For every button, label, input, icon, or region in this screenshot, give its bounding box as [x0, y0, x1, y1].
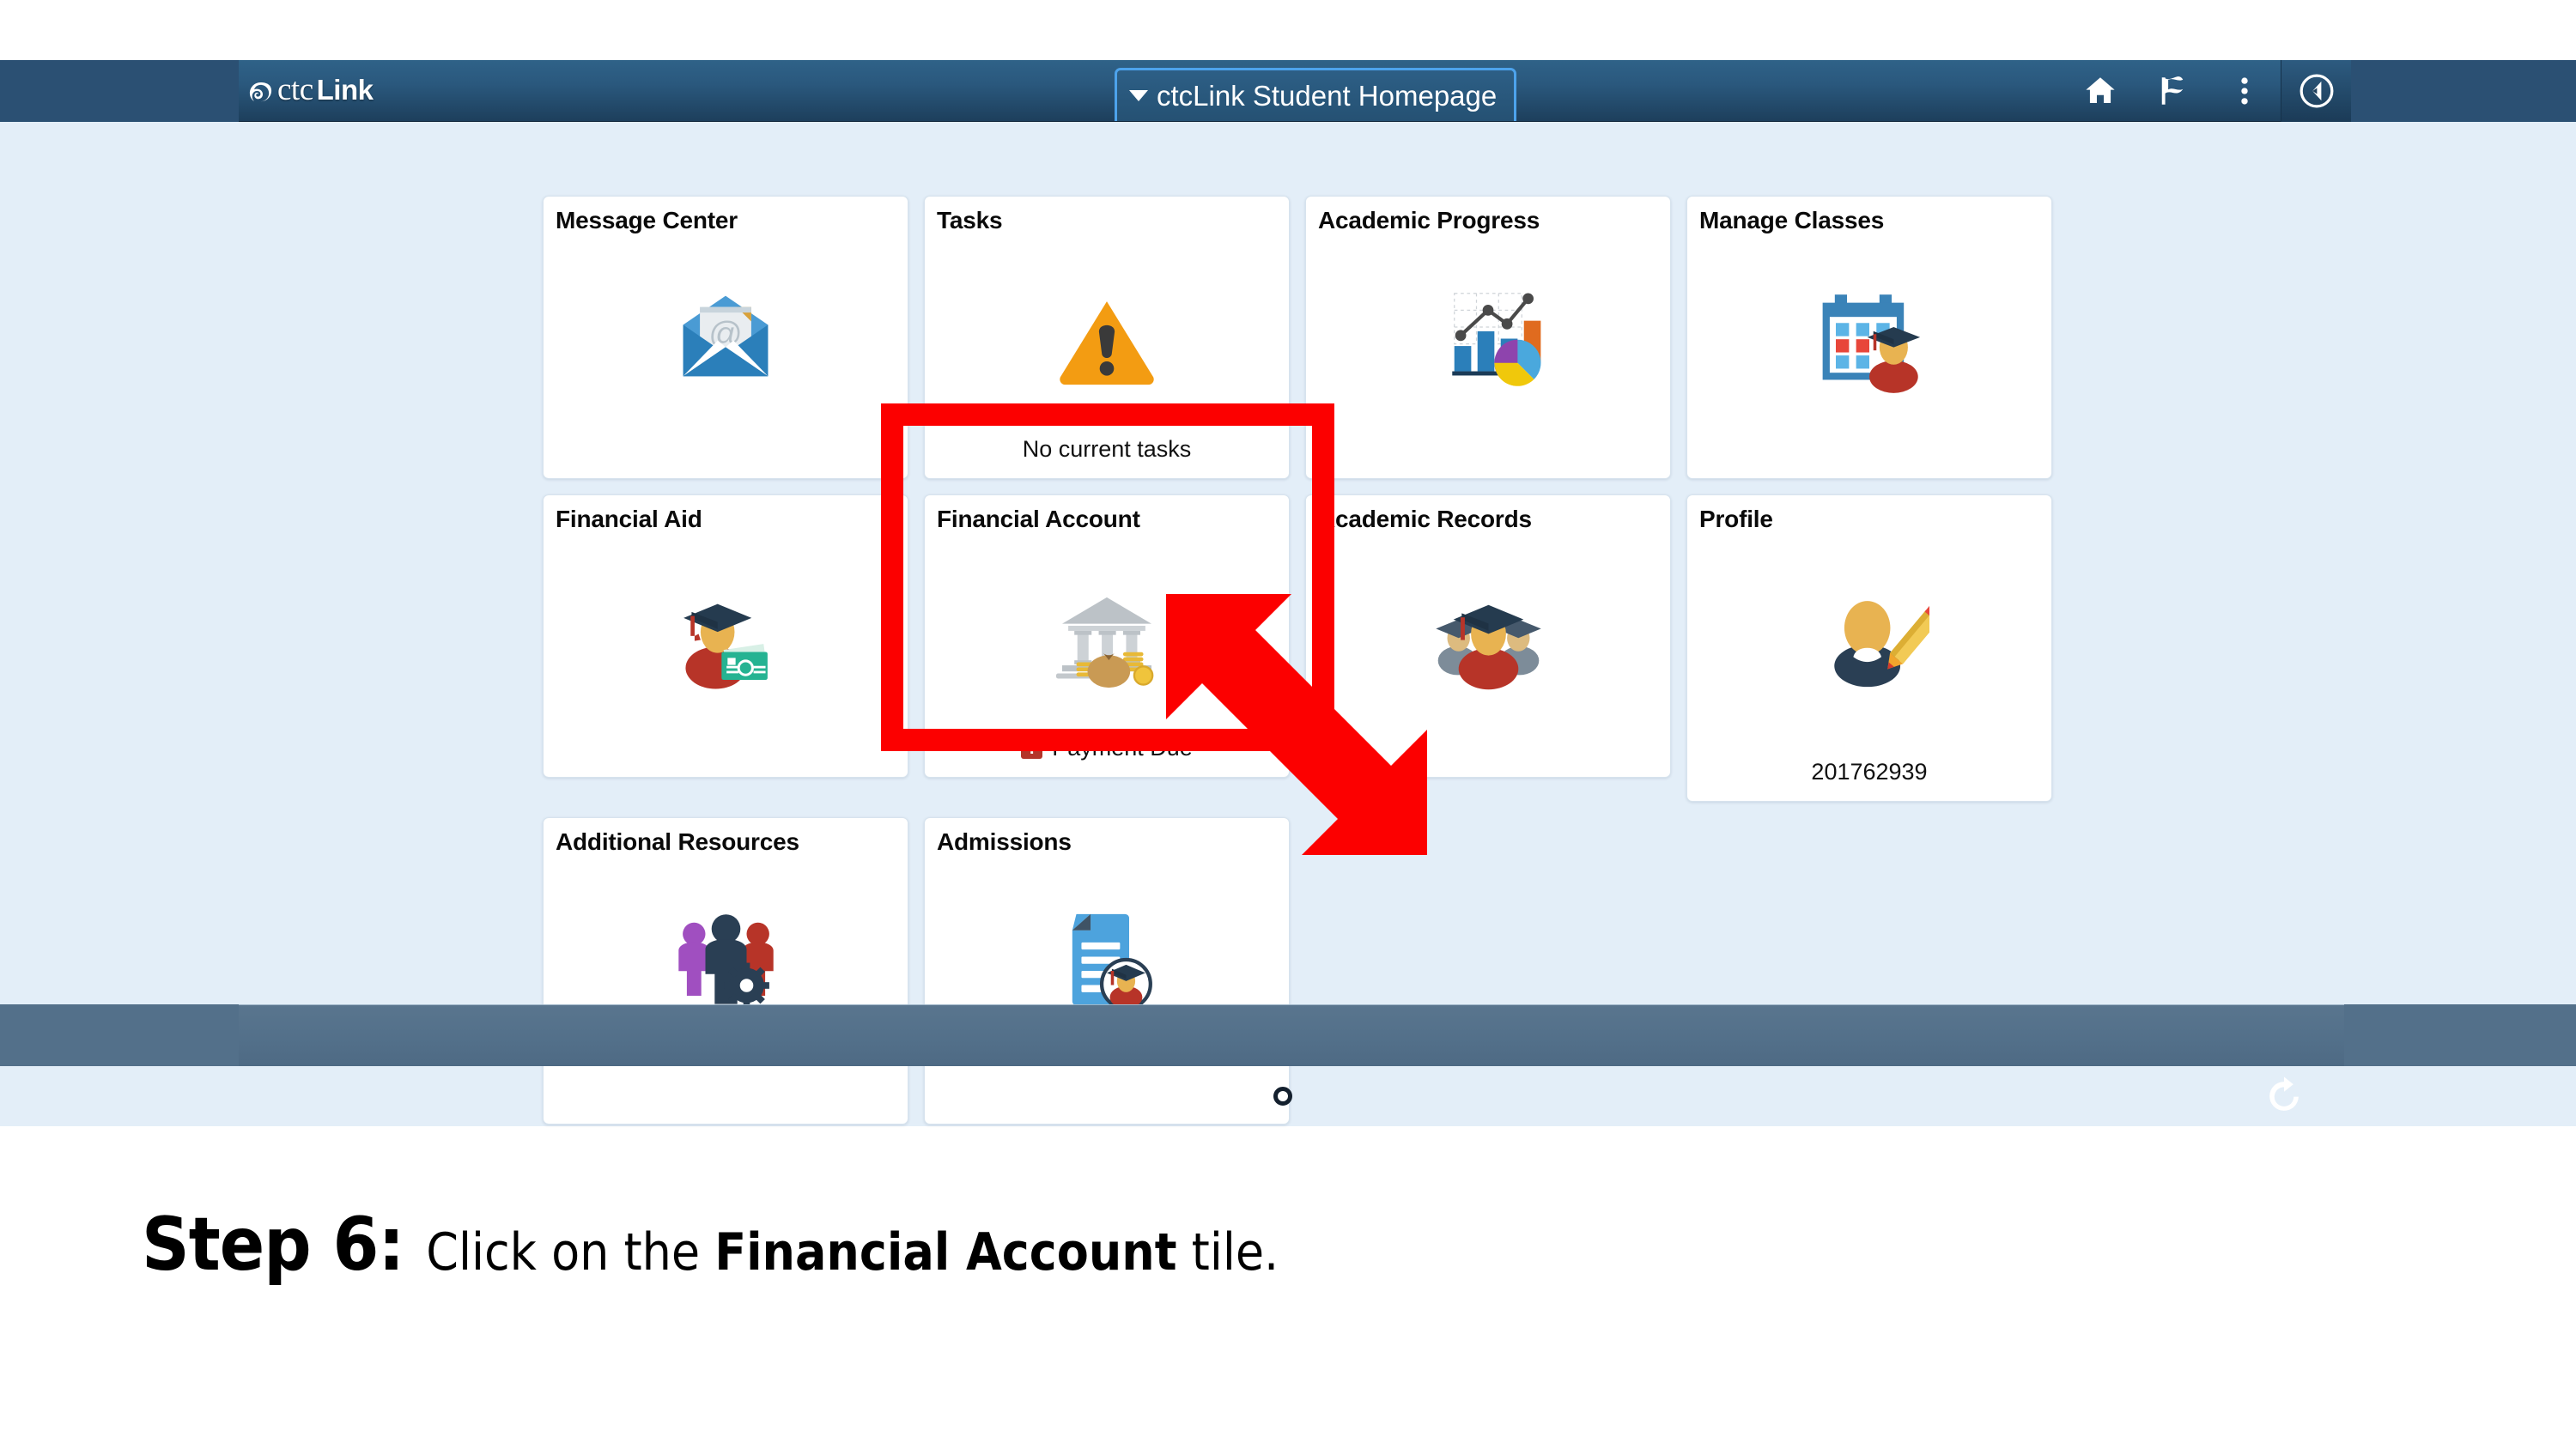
tile-title: Admissions — [937, 828, 1072, 855]
envelope-at-icon: @ — [544, 248, 908, 428]
ctclink-logo[interactable]: ctc Link — [247, 71, 374, 108]
bank-moneybag-icon — [925, 547, 1289, 727]
tile-message-center[interactable]: Message Center @ — [543, 196, 908, 479]
chevron-down-icon — [1129, 90, 1148, 101]
tile-profile[interactable]: Profile 201762939 — [1686, 494, 2052, 802]
tile-title: Additional Resources — [556, 828, 799, 855]
student-money-icon — [544, 547, 908, 727]
caption-text-after: tile. — [1176, 1222, 1279, 1282]
header-right-cap — [2344, 60, 2576, 122]
screenshot-root: ctc Link ctcLink Student Homepage Messag… — [0, 0, 2576, 1449]
tile-grid: Message Center @ Tasks No current tasks … — [543, 196, 2063, 1125]
tile-footer-text: No current tasks — [1022, 436, 1192, 462]
tile-footer-text: Payment Due — [1052, 735, 1193, 761]
flag-icon[interactable] — [2136, 60, 2208, 122]
homepage-tile-area: Message Center @ Tasks No current tasks … — [0, 122, 2576, 1126]
warning-triangle-icon — [925, 248, 1289, 428]
tile-financial-aid[interactable]: Financial Aid — [543, 494, 908, 778]
tile-title: Message Center — [556, 207, 738, 233]
caption-text: Click on the Financial Account tile. — [426, 1222, 1279, 1282]
caption: Step 6: Click on the Financial Account t… — [0, 1202, 2576, 1288]
home-icon[interactable] — [2064, 60, 2136, 122]
tile-additional-resources[interactable]: Additional Resources — [543, 817, 908, 1125]
calendar-student-icon — [1687, 248, 2051, 428]
tile-title: Profile — [1699, 506, 1773, 532]
tile-academic-records[interactable]: Academic Records — [1305, 494, 1671, 778]
alert-badge-icon: ! — [1021, 737, 1043, 759]
tile-title: Financial Account — [937, 506, 1140, 532]
tile-manage-classes[interactable]: Manage Classes — [1686, 196, 2052, 479]
person-pencil-icon — [1687, 547, 2051, 727]
page-title-dropdown[interactable]: ctcLink Student Homepage — [1115, 68, 1517, 121]
tile-footer: 201762939 — [1687, 759, 2051, 785]
header-icon-group — [2064, 60, 2351, 122]
tile-footer: No current tasks — [925, 436, 1289, 463]
navbar-compass-icon[interactable] — [2281, 60, 2351, 122]
caption-text-before: Click on the — [426, 1222, 715, 1282]
tile-admissions[interactable]: Admissions — [924, 817, 1290, 1125]
page-indicator-dot[interactable] — [1273, 1087, 1292, 1106]
tile-footer-text: 201762939 — [1811, 759, 1928, 785]
tile-title: Manage Classes — [1699, 207, 1885, 233]
tile-academic-progress[interactable]: Academic Progress — [1305, 196, 1671, 479]
actions-menu-icon[interactable] — [2208, 60, 2281, 122]
tile-title: Tasks — [937, 207, 1003, 233]
app-header: ctc Link ctcLink Student Homepage — [0, 60, 2576, 122]
tile-financial-account[interactable]: Financial Account ! Payment Due — [924, 494, 1290, 778]
bottom-bar-left-cap — [0, 1004, 239, 1066]
caption-step: Step 6: — [142, 1202, 404, 1288]
brand-suffix: Link — [316, 73, 374, 106]
students-group-icon — [1306, 547, 1670, 727]
bottom-app-bar — [239, 1004, 2344, 1066]
tile-title: Academic Records — [1318, 506, 1532, 532]
tile-tasks[interactable]: Tasks No current tasks — [924, 196, 1290, 479]
tile-title: Academic Progress — [1318, 207, 1540, 233]
tile-footer: ! Payment Due — [925, 735, 1289, 761]
tile-title: Financial Aid — [556, 506, 702, 532]
caption-emphasis: Financial Account — [714, 1222, 1177, 1282]
charts-icon — [1306, 248, 1670, 428]
brand-prefix: ctc — [277, 72, 313, 107]
bottom-bar-right-cap — [2344, 1004, 2576, 1066]
browser-viewport: ctc Link ctcLink Student Homepage Messag… — [0, 60, 2576, 1126]
ctclink-swirl-icon — [247, 79, 274, 106]
refresh-icon[interactable] — [2258, 1070, 2310, 1122]
page-title: ctcLink Student Homepage — [1157, 79, 1498, 112]
